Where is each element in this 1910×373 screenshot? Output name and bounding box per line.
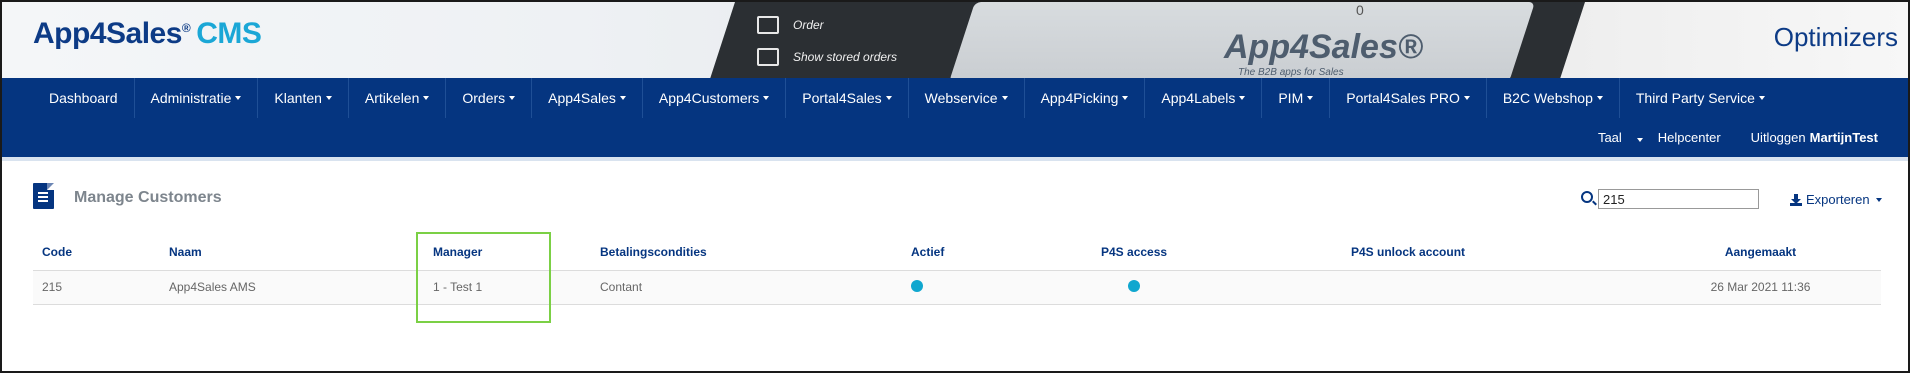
chevron-down-icon (1001, 96, 1008, 100)
cell-code: 215 (33, 270, 160, 305)
column-header-actief[interactable]: Actief (902, 235, 1092, 271)
nav-item-portal4sales-pro[interactable]: Portal4Sales PRO (1330, 78, 1487, 118)
search-input[interactable] (1598, 189, 1759, 209)
nav-item-webservice[interactable]: Webservice (909, 78, 1025, 118)
logout-link[interactable]: Uitloggen MartijnTest (1736, 130, 1878, 145)
chevron-down-icon (619, 96, 626, 100)
nav-item-pim[interactable]: PIM (1262, 78, 1331, 118)
header-banner: Order Show stored orders App4Sales® The … (2, 2, 1908, 78)
language-menu[interactable]: Taal (1583, 130, 1643, 145)
nav-item-dashboard[interactable]: Dashboard (2, 78, 135, 118)
banner-device-menu: Order Show stored orders (757, 16, 897, 78)
table-header-row: Code Naam Manager Betalingscondities Act… (33, 235, 1881, 271)
column-header-betalingscondities[interactable]: Betalingscondities (591, 235, 902, 271)
basket-icon (757, 16, 779, 34)
banner-menu-order: Order (757, 16, 897, 34)
nav-item-orders[interactable]: Orders (446, 78, 533, 118)
customers-table: Code Naam Manager Betalingscondities Act… (33, 235, 1881, 305)
table-row[interactable]: 215 App4Sales AMS 1 - Test 1 Contant 26 … (33, 270, 1881, 305)
chevron-down-icon (235, 96, 242, 100)
chevron-down-icon (885, 96, 892, 100)
nav-item-app4sales[interactable]: App4Sales (532, 78, 643, 118)
document-icon (33, 183, 54, 209)
chevron-down-icon (763, 96, 770, 100)
nav-item-administratie[interactable]: Administratie (135, 78, 259, 118)
column-header-code[interactable]: Code (33, 235, 160, 271)
helpcenter-link[interactable]: Helpcenter (1658, 130, 1721, 145)
chevron-down-icon (1875, 197, 1882, 202)
nav-item-artikelen[interactable]: Artikelen (349, 78, 447, 118)
app-window: Order Show stored orders App4Sales® The … (2, 2, 1908, 371)
cell-p4s-access (1092, 270, 1342, 305)
username: MartijnTest (1809, 130, 1878, 145)
banner-device-logo: App4Sales® (1224, 28, 1423, 66)
partner-logo: Optimizers (1773, 22, 1898, 52)
chevron-down-icon (1122, 96, 1129, 100)
cell-naam: App4Sales AMS (160, 270, 424, 305)
nav-menu: Dashboard Administratie Klanten Artikelen Or… (2, 78, 1781, 118)
nav-item-app4picking[interactable]: App4Picking (1025, 78, 1146, 118)
chevron-down-icon (1463, 96, 1470, 100)
main-nav: Dashboard Administratie Klanten Artikelen Or… (2, 78, 1908, 157)
chevron-down-icon (1239, 96, 1246, 100)
active-status-dot (911, 279, 923, 292)
chevron-down-icon (509, 96, 516, 100)
banner-menu-stored-orders: Show stored orders (757, 48, 897, 66)
page-title: Manage Customers (74, 189, 222, 206)
chevron-down-icon (1307, 96, 1314, 100)
nav-item-b2c-webshop[interactable]: B2C Webshop (1487, 78, 1620, 118)
nav-item-app4customers[interactable]: App4Customers (643, 78, 787, 118)
export-button[interactable]: Exporteren (1790, 192, 1882, 207)
nav-item-portal4sales[interactable]: Portal4Sales (786, 78, 909, 118)
brand-logo[interactable]: App4Sales® CMS (33, 17, 262, 51)
column-header-aangemaakt[interactable]: Aangemaakt (1631, 235, 1881, 271)
cell-betalingscondities: Contant (591, 270, 902, 305)
cell-actief (902, 270, 1092, 305)
floppy-icon (757, 48, 779, 66)
column-header-naam[interactable]: Naam (160, 235, 424, 271)
cell-aangemaakt: 26 Mar 2021 11:36 (1631, 270, 1881, 305)
search-icon (1581, 191, 1593, 203)
manager-column-highlight (416, 232, 551, 323)
chevron-down-icon (423, 96, 430, 100)
nav-item-third-party-service[interactable]: Third Party Service (1620, 78, 1781, 118)
download-icon (1790, 193, 1802, 206)
column-header-p4s-unlock[interactable]: P4S unlock account (1342, 235, 1631, 271)
p4s-access-status-dot (1128, 279, 1140, 292)
chevron-down-icon (1758, 96, 1765, 100)
banner-cart-count: 0 (1356, 2, 1364, 18)
column-header-p4s-access[interactable]: P4S access (1092, 235, 1342, 271)
chevron-down-icon (1636, 138, 1643, 142)
chevron-down-icon (1596, 96, 1603, 100)
nav-item-app4labels[interactable]: App4Labels (1145, 78, 1263, 118)
utility-nav: Taal Helpcenter Uitloggen MartijnTest (1568, 130, 1878, 145)
chevron-down-icon (325, 96, 332, 100)
nav-divider (2, 157, 1908, 161)
nav-item-klanten[interactable]: Klanten (258, 78, 349, 118)
banner-device-tagline: The B2B apps for Sales (1238, 67, 1344, 78)
cell-p4s-unlock (1342, 270, 1631, 305)
